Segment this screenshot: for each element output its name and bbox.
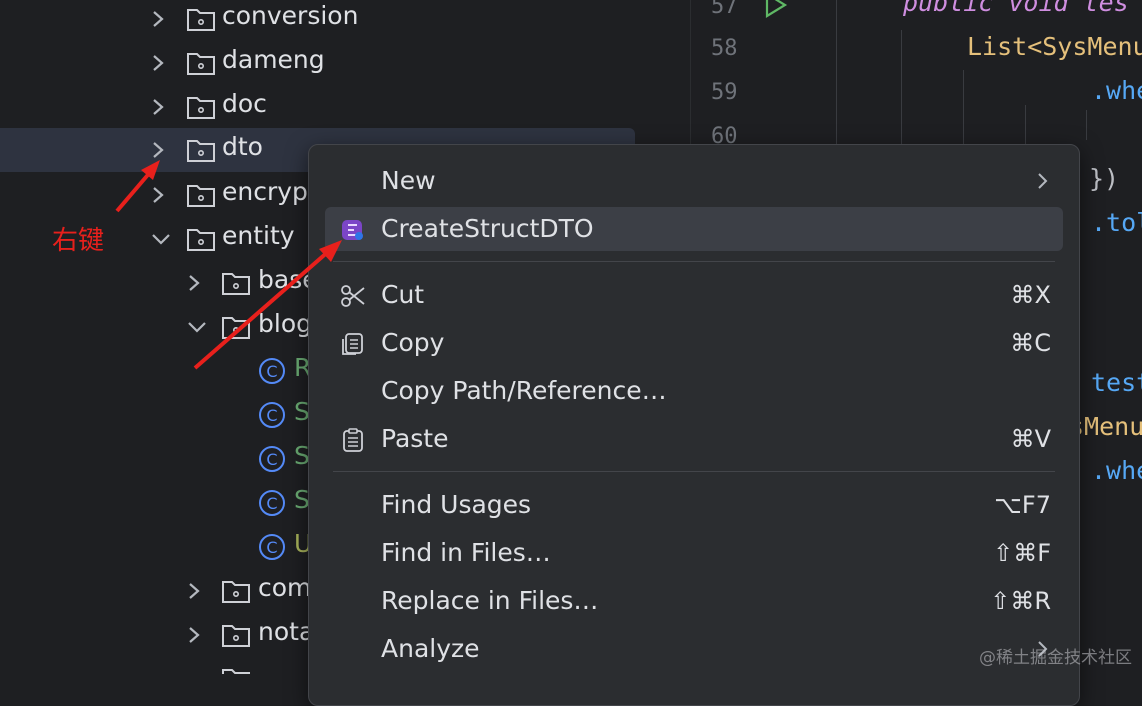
folder-icon xyxy=(222,273,250,295)
context-menu: New CreateStructDTO Cut ⌘X Copy ⌘C Copy … xyxy=(308,144,1080,706)
code-line: .whe xyxy=(1091,76,1142,105)
menu-item-label: Paste xyxy=(381,424,449,453)
menu-item-copy-path[interactable]: Copy Path/Reference… xyxy=(325,369,1063,413)
menu-item-label: Replace in Files… xyxy=(381,586,599,615)
tree-item-conversion[interactable]: conversion xyxy=(0,0,635,41)
svg-text:C: C xyxy=(266,538,277,557)
chevron-down-icon[interactable] xyxy=(184,314,210,340)
menu-item-label: Analyze xyxy=(381,634,480,663)
svg-text:C: C xyxy=(266,362,277,381)
menu-item-replace-in-files[interactable]: Replace in Files… ⇧⌘R xyxy=(325,579,1063,623)
clipboard-icon xyxy=(343,428,363,452)
menu-item-label: Copy xyxy=(381,328,445,357)
class-icon: C xyxy=(259,446,285,472)
folder-icon xyxy=(222,625,250,647)
tree-item-label: doc xyxy=(222,89,267,118)
menu-item-analyze[interactable]: Analyze xyxy=(325,627,1063,671)
class-icon: C xyxy=(259,534,285,560)
run-icon[interactable] xyxy=(763,0,789,18)
line-number: 58 xyxy=(711,36,738,61)
menu-item-new[interactable]: New xyxy=(325,159,1063,203)
chevron-right-icon[interactable] xyxy=(184,622,204,648)
tree-item-label: conversion xyxy=(222,1,359,30)
menu-item-label: Find in Files… xyxy=(381,538,551,567)
class-icon: C xyxy=(259,490,285,516)
scissors-icon xyxy=(341,285,365,307)
chevron-right-icon[interactable] xyxy=(184,578,204,604)
menu-item-createstructdto[interactable]: CreateStructDTO xyxy=(325,207,1063,251)
shortcut-label: ⌘C xyxy=(1010,329,1051,357)
folder-icon xyxy=(187,53,215,75)
annotation-label: 右键 xyxy=(52,226,105,256)
code-line: .tol xyxy=(1091,208,1142,237)
chevron-right-icon[interactable] xyxy=(148,94,168,120)
folder-icon xyxy=(187,97,215,119)
folder-icon xyxy=(222,581,250,603)
folder-icon xyxy=(187,140,215,162)
tree-item-label: blog xyxy=(258,309,312,338)
menu-item-paste[interactable]: Paste ⌘V xyxy=(325,417,1063,461)
class-icon: C xyxy=(259,358,285,384)
chevron-right-icon[interactable] xyxy=(148,182,168,208)
svg-text:C: C xyxy=(266,494,277,513)
menu-item-copy[interactable]: Copy ⌘C xyxy=(325,321,1063,365)
tree-item-label: com xyxy=(258,573,312,602)
menu-item-label: CreateStructDTO xyxy=(381,214,594,243)
tree-item-label: entity xyxy=(222,221,295,250)
menu-item-label: New xyxy=(381,166,436,195)
code-line: public void tes xyxy=(903,0,1129,17)
tree-item-label: dto xyxy=(222,132,263,161)
copy-icon xyxy=(342,333,363,355)
menu-item-label: Find Usages xyxy=(381,490,532,519)
chevron-right-icon[interactable] xyxy=(148,6,168,32)
tree-item-label: encrypt xyxy=(222,177,318,206)
shortcut-label: ⌘X xyxy=(1010,281,1051,309)
chevron-right-icon[interactable] xyxy=(184,270,204,296)
code-line: List<SysMenu xyxy=(967,32,1142,61)
folder-icon xyxy=(222,669,250,674)
menu-separator xyxy=(333,471,1055,472)
menu-item-label: Cut xyxy=(381,280,425,309)
menu-separator xyxy=(333,261,1055,262)
folder-icon xyxy=(187,9,215,31)
tree-item-label: dameng xyxy=(222,45,325,74)
menu-item-find-in-files[interactable]: Find in Files… ⇧⌘F xyxy=(325,531,1063,575)
shortcut-label: ⇧⌘F xyxy=(993,539,1051,567)
menu-item-label: Copy Path/Reference… xyxy=(381,376,667,405)
shortcut-label: ⌘V xyxy=(1010,425,1051,453)
code-line: }) xyxy=(1089,164,1120,193)
code-line: test xyxy=(1091,368,1142,397)
menu-item-find-usages[interactable]: Find Usages ⌥F7 xyxy=(325,483,1063,527)
menu-item-cut[interactable]: Cut ⌘X xyxy=(325,273,1063,317)
chevron-right-icon[interactable] xyxy=(148,137,168,163)
folder-icon xyxy=(187,185,215,207)
chevron-down-icon[interactable] xyxy=(148,226,174,252)
folder-icon xyxy=(222,317,250,339)
chevron-right-icon xyxy=(1038,173,1048,189)
line-number: 57 xyxy=(711,0,738,19)
svg-text:C: C xyxy=(266,406,277,425)
svg-text:C: C xyxy=(266,450,277,469)
tree-item-doc[interactable]: doc xyxy=(0,85,635,129)
tree-item-label: nota xyxy=(258,617,315,646)
chevron-right-icon[interactable] xyxy=(148,50,168,76)
watermark: @稀土掘金技术社区 xyxy=(979,648,1132,668)
shortcut-label: ⌥F7 xyxy=(994,491,1051,519)
class-icon: C xyxy=(259,402,285,428)
indent-guide xyxy=(1086,110,1087,140)
shortcut-label: ⇧⌘R xyxy=(990,587,1051,615)
line-number: 59 xyxy=(711,80,738,105)
tree-item-dameng[interactable]: dameng xyxy=(0,41,635,85)
plugin-icon xyxy=(342,220,363,240)
folder-icon xyxy=(187,229,215,251)
code-line: .whe xyxy=(1091,456,1142,485)
